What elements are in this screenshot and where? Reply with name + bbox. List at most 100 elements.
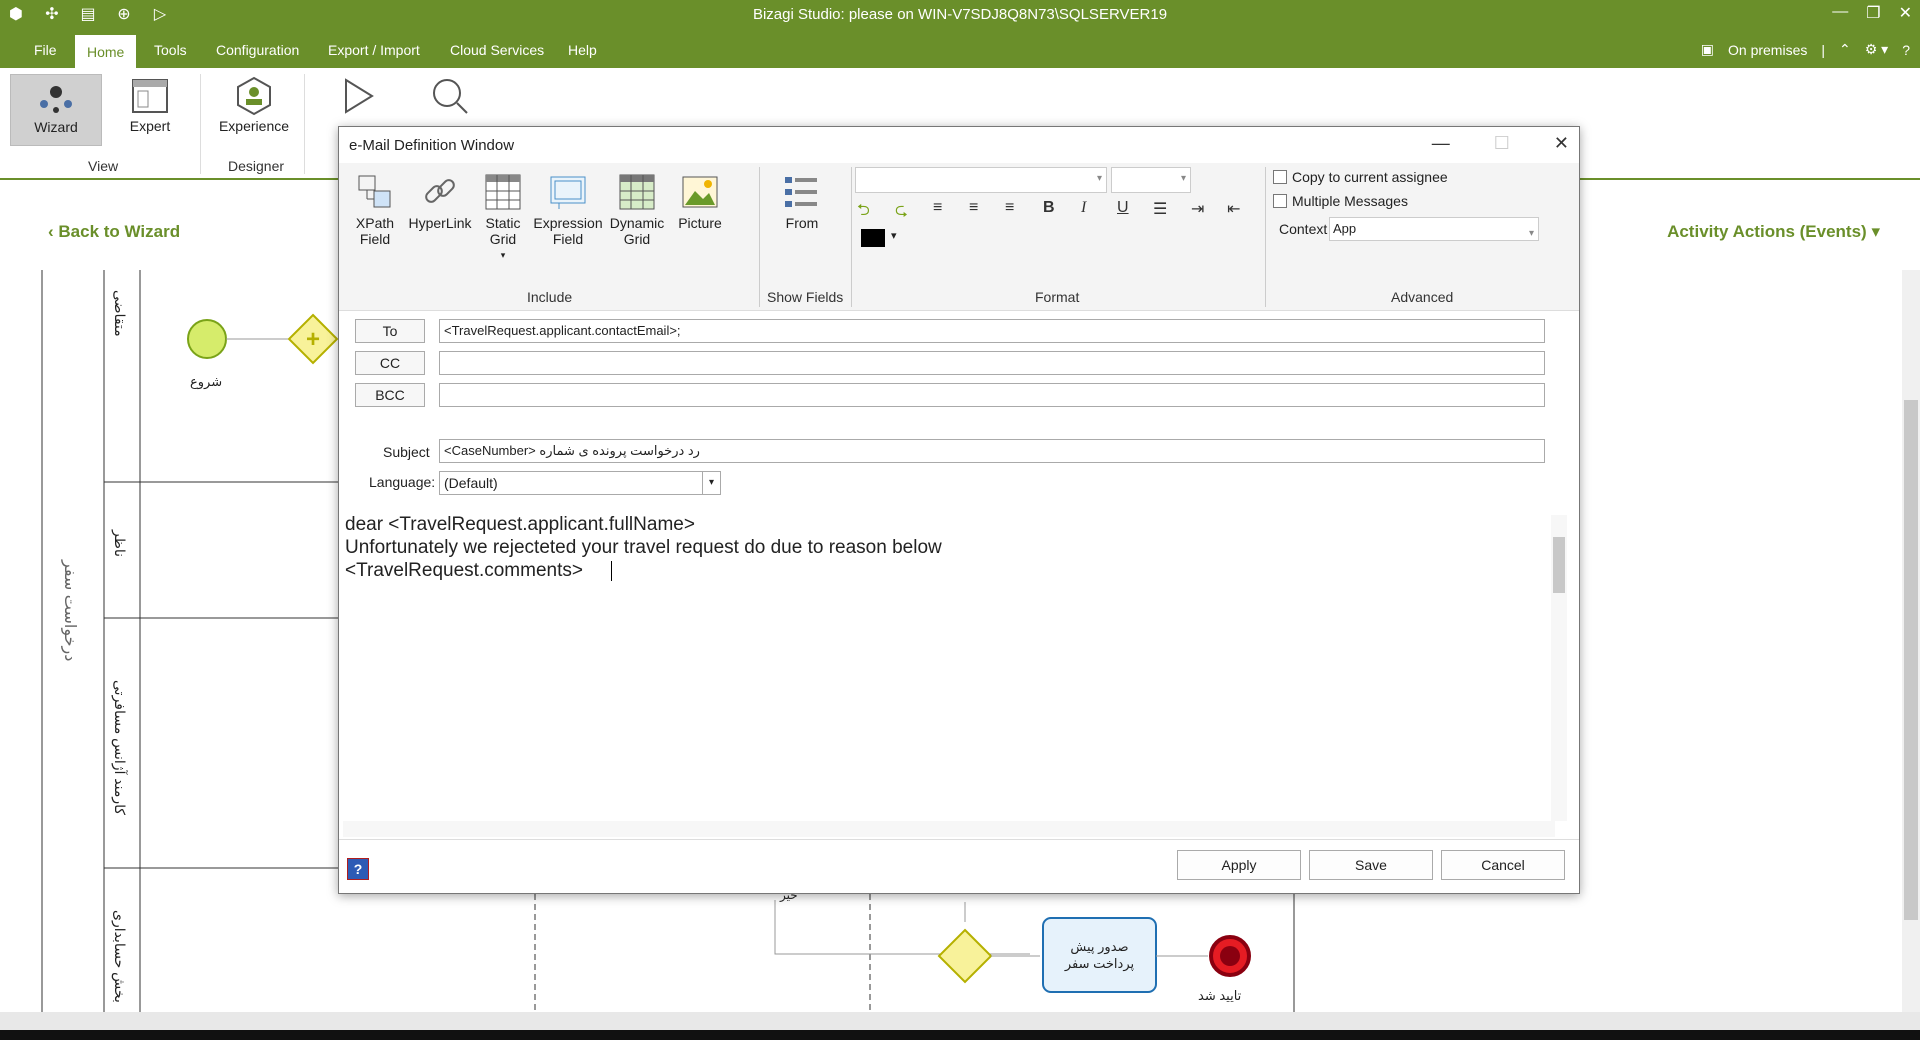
wizard-button[interactable]: Wizard xyxy=(10,74,102,146)
settings-gear-icon[interactable]: ⚙ ▾ xyxy=(1865,41,1888,58)
checkbox-box[interactable] xyxy=(1273,194,1287,208)
menu-home[interactable]: Home xyxy=(75,35,137,68)
ribbon-group-view: View xyxy=(88,158,119,174)
activity-actions-dropdown[interactable]: Activity Actions (Events) ▾ xyxy=(1667,222,1880,242)
experience-button[interactable]: Experience xyxy=(208,74,300,146)
from-button[interactable]: From xyxy=(769,169,835,231)
menu-tools[interactable]: Tools xyxy=(144,38,197,62)
scrollbar-thumb[interactable] xyxy=(1553,537,1565,593)
email-body-editor[interactable]: dear <TravelRequest.applicant.fullName> … xyxy=(343,513,1555,821)
xpath-field-button[interactable]: XPath Field xyxy=(345,169,405,247)
hyperlink-button[interactable]: HyperLink xyxy=(405,169,475,231)
help-icon[interactable]: ? xyxy=(1902,42,1910,58)
expression-field-icon xyxy=(531,169,605,215)
dynamic-grid-button[interactable]: Dynamic Grid xyxy=(605,169,669,247)
window-controls: — ❐ ✕ xyxy=(1832,3,1912,23)
menu-configuration[interactable]: Configuration xyxy=(206,38,309,62)
lane-label: ناظر xyxy=(112,530,128,558)
font-color-swatch[interactable] xyxy=(861,229,885,247)
bcc-field[interactable] xyxy=(439,383,1545,407)
undo-icon[interactable]: ⮌ xyxy=(857,199,870,226)
dialog-ribbon: XPath Field HyperLink Static Grid ▾ Expr… xyxy=(339,163,1579,311)
chevron-down-icon: ▾ xyxy=(702,472,720,494)
apply-button[interactable]: Apply xyxy=(1177,850,1301,880)
chevron-down-icon: ▾ xyxy=(1096,173,1102,184)
back-to-wizard-link[interactable]: ‹ Back to Wizard xyxy=(48,222,180,242)
redo-icon[interactable]: ⮎ xyxy=(895,199,908,226)
activity-actions-label: Activity Actions (Events) xyxy=(1667,222,1867,241)
lane-label: متقاضی xyxy=(112,290,128,337)
restore-icon[interactable]: ❐ xyxy=(1866,3,1880,23)
font-family-select[interactable]: ▾ xyxy=(855,167,1107,193)
menu-file[interactable]: File xyxy=(24,38,67,62)
body-line: <TravelRequest.comments> xyxy=(345,560,583,581)
outdent-icon[interactable]: ⇤ xyxy=(1227,199,1240,219)
close-icon[interactable]: ✕ xyxy=(1554,133,1569,154)
underline-button[interactable]: U xyxy=(1117,199,1129,217)
align-center-icon[interactable]: ≡ xyxy=(969,199,978,217)
static-grid-button[interactable]: Static Grid ▾ xyxy=(475,169,531,263)
subject-field[interactable]: <CaseNumber> رد درخواست پرونده ی شماره xyxy=(439,439,1545,463)
expression-field-button[interactable]: Expression Field xyxy=(531,169,605,247)
scrollbar-thumb[interactable] xyxy=(1904,400,1918,920)
back-to-wizard-label: Back to Wizard xyxy=(58,222,181,241)
lane-label: کارمند آژانس مسافرتی xyxy=(112,680,128,816)
canvas-horizontal-scrollbar[interactable] xyxy=(0,1012,1920,1030)
cc-button[interactable]: CC xyxy=(355,351,425,375)
multiple-messages-checkbox[interactable]: Multiple Messages xyxy=(1273,193,1408,209)
bold-button[interactable]: B xyxy=(1043,199,1055,217)
chevron-down-icon: ▾ xyxy=(1528,228,1534,239)
bcc-button[interactable]: BCC xyxy=(355,383,425,407)
menu-bar: File Home Tools Configuration Export / I… xyxy=(0,30,1920,68)
to-field[interactable]: <TravelRequest.applicant.contactEmail>; xyxy=(439,319,1545,343)
font-size-select[interactable]: ▾ xyxy=(1111,167,1191,193)
dialog-window-controls: — ☐ ✕ xyxy=(1432,133,1569,154)
start-event[interactable] xyxy=(187,319,227,359)
search-icon xyxy=(404,74,496,118)
dialog-title-bar: e-Mail Definition Window — ☐ ✕ xyxy=(339,127,1579,163)
task-label: صدور پیش پرداخت سفر xyxy=(1064,939,1135,971)
gateway-plus-icon: + xyxy=(306,326,320,353)
menu-help[interactable]: Help xyxy=(558,38,607,62)
menu-export-import[interactable]: Export / Import xyxy=(318,38,430,62)
ribbon-group-designer: Designer xyxy=(228,158,285,174)
end-event-core xyxy=(1220,946,1240,966)
xpath-field-icon xyxy=(345,169,405,215)
ribbon-separator xyxy=(200,74,201,174)
expert-button[interactable]: Expert xyxy=(104,74,196,146)
to-button[interactable]: To xyxy=(355,319,425,343)
expression-field-label: Expression Field xyxy=(533,215,603,247)
close-icon[interactable]: ✕ xyxy=(1899,3,1912,23)
collapse-ribbon-icon[interactable]: ⌃ xyxy=(1839,41,1851,58)
cancel-button[interactable]: Cancel xyxy=(1441,850,1565,880)
minimize-icon[interactable]: — xyxy=(1432,133,1450,154)
pool-label: درخواست سفر xyxy=(61,560,78,662)
body-vertical-scrollbar[interactable] xyxy=(1551,515,1567,821)
hyperlink-icon xyxy=(405,169,475,215)
context-value: App xyxy=(1333,221,1357,236)
minimize-icon[interactable]: — xyxy=(1832,3,1848,23)
cc-field[interactable] xyxy=(439,351,1545,375)
context-select[interactable]: App ▾ xyxy=(1329,217,1539,241)
chevron-down-icon[interactable]: ▾ xyxy=(891,229,897,242)
body-horizontal-scrollbar[interactable] xyxy=(343,821,1555,837)
chevron-down-icon: ▾ xyxy=(1180,173,1186,184)
advanced-group-label: Advanced xyxy=(1391,289,1454,305)
checkbox-box[interactable] xyxy=(1273,170,1287,184)
dynamic-grid-label: Dynamic Grid xyxy=(609,215,665,247)
bullet-list-icon[interactable]: ☰ xyxy=(1153,199,1167,219)
menu-cloud-services[interactable]: Cloud Services xyxy=(440,38,554,62)
align-right-icon[interactable]: ≡ xyxy=(1005,199,1014,217)
copy-to-assignee-checkbox[interactable]: Copy to current assignee xyxy=(1273,169,1448,185)
indent-icon[interactable]: ⇥ xyxy=(1191,199,1204,219)
on-premises-label[interactable]: On premises xyxy=(1728,42,1807,58)
align-left-icon[interactable]: ≡ xyxy=(933,199,942,217)
static-grid-icon xyxy=(475,169,531,215)
exclusive-gateway[interactable] xyxy=(937,928,993,984)
picture-button[interactable]: Picture xyxy=(669,169,731,231)
language-select[interactable]: (Default) ▾ xyxy=(439,471,721,495)
save-button[interactable]: Save xyxy=(1309,850,1433,880)
italic-button[interactable]: I xyxy=(1081,199,1086,217)
canvas-vertical-scrollbar[interactable] xyxy=(1902,270,1920,1012)
help-icon[interactable]: ? xyxy=(347,858,369,880)
